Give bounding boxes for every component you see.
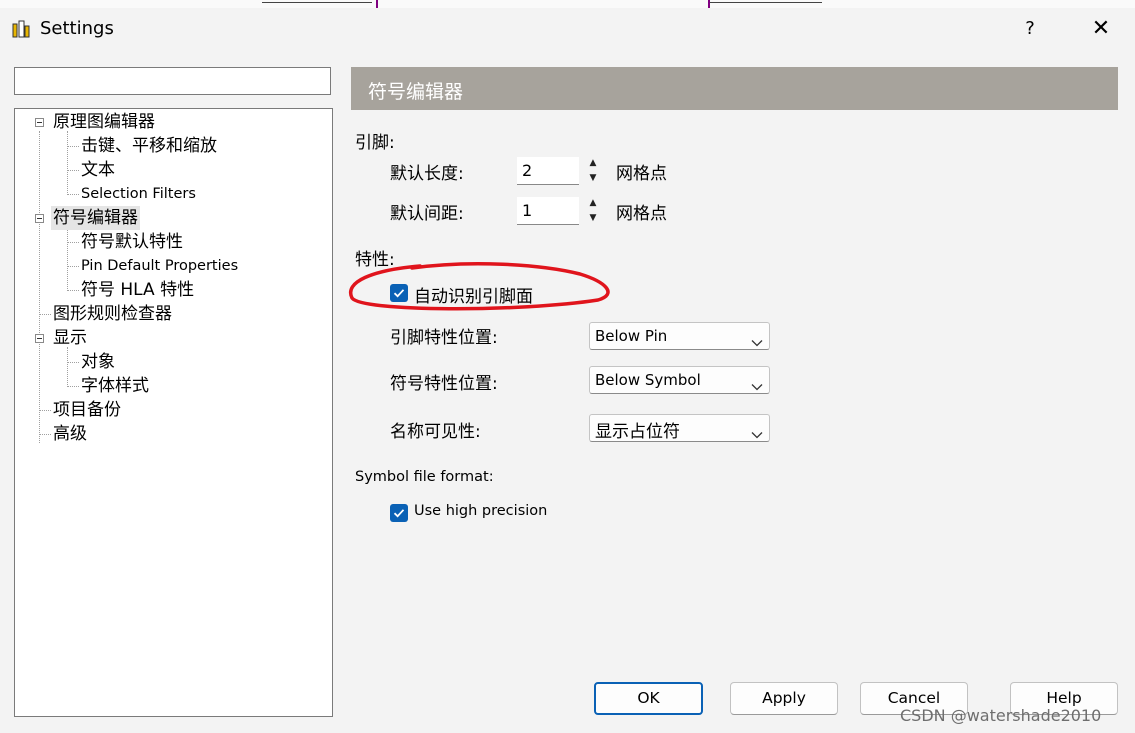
red-annotation-circle — [348, 261, 610, 311]
watermark-text: CSDN @watershade2010 — [900, 706, 1102, 725]
